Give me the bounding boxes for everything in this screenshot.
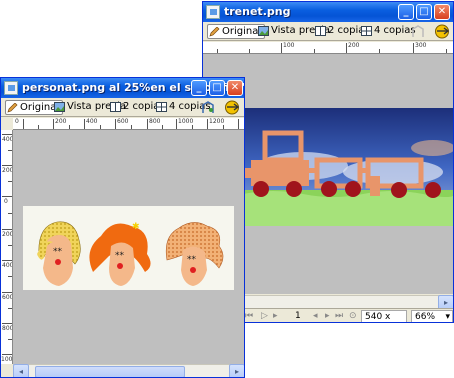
loop-icon[interactable]: ⊙ [349,310,357,322]
trenet-titlebar[interactable]: trenet.png _ □ ✕ [203,2,453,22]
personat-horizontal-scrollbar[interactable]: ◂ ▸ [13,364,244,377]
scroll-right-button[interactable]: ▸ [229,364,244,377]
maximize-button[interactable]: □ [416,4,432,20]
ruler-label: 100 [283,42,295,49]
trenet-status-bar: ⏮ ▷ ▸ 1 ◂ ▸ ⏭ ⊙ 540 x 300 66%▾ [243,308,453,322]
minimize-button[interactable]: _ [191,80,207,96]
two-up-icon [110,102,121,112]
document-icon [4,81,18,95]
ruler-label: 400 [2,136,13,143]
ruler-label: 800 [2,325,13,332]
personat-view-tabs: Original Vista previa 2 copias 4 copias [1,98,244,117]
vertical-ruler: 400 200 0 200 400 600 800 1000 [1,130,13,364]
svg-text:**: ** [53,247,63,257]
frame-number: 1 [295,311,301,321]
tab-four-up[interactable]: 4 copias [360,24,416,39]
ruler-label: 400 [86,118,98,125]
export-wizard-icon[interactable] [201,101,215,114]
chevron-down-icon: ▾ [445,312,450,322]
close-button[interactable]: ✕ [227,80,243,96]
ruler-label: 200 [2,167,13,174]
next-frame-icon[interactable]: ▸ [273,310,278,322]
ruler-label: 200 [2,231,13,238]
play-icon[interactable]: ▷ [261,310,268,322]
personat-titlebar[interactable]: personat.png al 25%en el sitio "fire" _ … [1,78,244,98]
export-wizard-icon[interactable] [411,25,425,38]
ruler-label: 800 [149,118,161,125]
horizontal-ruler: 0 200 400 600 800 1000 1200 [13,118,244,130]
maximize-button[interactable]: □ [209,80,225,96]
first-frame-icon[interactable]: ⏮ [245,310,253,322]
optimize-icon[interactable] [223,100,241,115]
ruler-label: 400 [2,262,13,269]
four-up-icon [156,102,167,112]
personat-window: personat.png al 25%en el sitio "fire" _ … [0,77,245,378]
optimize-icon[interactable] [433,24,451,39]
svg-text:✱: ✱ [132,222,140,232]
close-button[interactable]: ✕ [434,4,450,20]
ruler-label: 600 [117,118,129,125]
scroll-left-button[interactable]: ◂ [13,364,29,377]
pencil-icon [7,103,18,113]
ruler-label: 1000 [1,356,13,363]
ruler-label: 1000 [178,118,194,125]
last-frame-icon[interactable]: ⏭ [335,310,343,322]
ruler-label: 0 [15,118,19,125]
next-arrow-icon[interactable]: ▸ [325,310,330,322]
trenet-view-tabs: Original Vista previa 2 copias 4 copias [203,22,453,41]
ruler-label: 600 [2,294,13,301]
ruler-label: 200 [348,42,360,49]
ruler-label: 300 [415,42,427,49]
svg-text:**: ** [187,255,197,265]
zoom-select[interactable]: 66% ▾ [411,310,453,322]
prev-arrow-icon[interactable]: ◂ [313,310,318,322]
four-up-icon [361,26,372,36]
window-title: trenet.png [224,5,291,18]
ruler-label: 0 [4,198,8,205]
train-image [243,108,453,226]
image-size-readout: 540 x 300 [361,310,407,322]
svg-text:**: ** [115,251,125,261]
personat-canvas-area: ** ** ✱ ** [13,130,244,364]
scroll-thumb[interactable] [35,366,185,377]
ruler-label: 1200 [209,118,225,125]
characters-image: ** ** ✱ ** [23,206,234,290]
pencil-icon [209,27,220,37]
document-icon [206,5,220,19]
two-up-icon [315,26,326,36]
preview-icon [258,26,269,36]
minimize-button[interactable]: _ [398,4,414,20]
preview-icon [54,102,65,112]
ruler-label: 200 [55,118,67,125]
horizontal-ruler: 100 200 300 [203,42,453,54]
